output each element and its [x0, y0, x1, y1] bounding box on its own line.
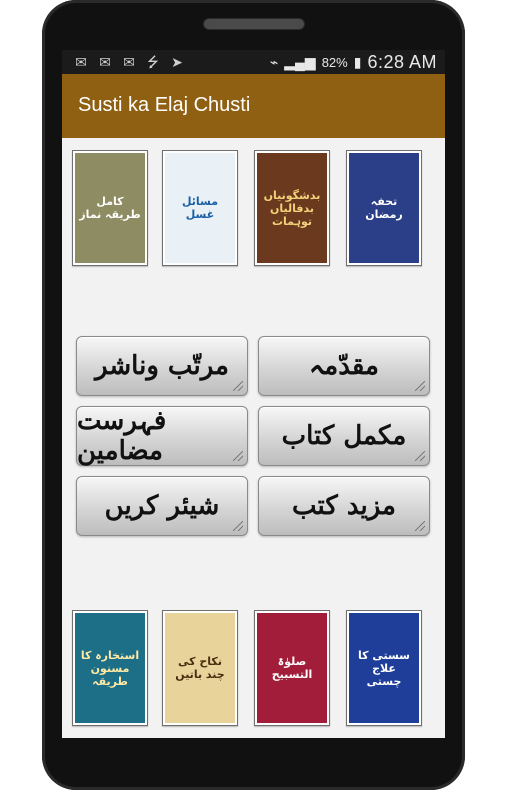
book-title: سستی کا علاج چستی: [349, 613, 419, 723]
app-bar: Susti ka Elaj Chusti: [62, 74, 445, 138]
resize-grip-icon: [415, 451, 425, 461]
status-icons-left: ✉ ✉ ✉ ⭍ ➤: [72, 54, 186, 70]
book-title: کامل طریقہ نماز: [75, 153, 145, 263]
resize-grip-icon: [233, 381, 243, 391]
book-title: استخارہ کا مسنون طریقہ: [75, 613, 145, 723]
mail-icon: ✉: [99, 54, 111, 70]
mazeed-kutub-button[interactable]: مزید کتب: [258, 476, 430, 536]
book-title: مسائل غسل: [165, 153, 235, 263]
resize-grip-icon: [415, 381, 425, 391]
button-label: مرتّب وناشر: [95, 351, 229, 381]
resize-grip-icon: [233, 521, 243, 531]
muqaddama-button[interactable]: مقدّمہ: [258, 336, 430, 396]
mail-icon: ✉: [123, 54, 135, 70]
book-cover-kamil-tareeqa-namaz[interactable]: کامل طریقہ نماز: [72, 150, 148, 266]
book-cover-salatul-tasbeeh[interactable]: صلوٰۃ التسبیح: [254, 610, 330, 726]
signal-icon: ▂▄▆: [284, 54, 316, 70]
books-bottom-row: سستی کا علاج چستی صلوٰۃ التسبیح نکاح کی …: [62, 608, 445, 728]
mail-icon: ✉: [75, 54, 87, 70]
book-cover-tohfa-ramzan[interactable]: تحفہ رمضان: [346, 150, 422, 266]
phone-speaker: [203, 18, 305, 30]
button-label: فہرست مضامین: [77, 406, 167, 466]
book-title: تحفہ رمضان: [349, 153, 419, 263]
app-title: Susti ka Elaj Chusti: [78, 94, 251, 116]
resize-grip-icon: [233, 451, 243, 461]
book-title: بدشگونیاں بدفالیاں توہمات: [257, 153, 327, 263]
screen: ✉ ✉ ✉ ⭍ ➤ ⌁ ▂▄▆ 82% ▮ 6:28 AM Susti ka E…: [62, 50, 445, 738]
resize-grip-icon: [415, 521, 425, 531]
battery-percent: 82%: [321, 55, 348, 70]
book-cover-masail-ghusl[interactable]: مسائل غسل: [162, 150, 238, 266]
button-label: مکمل کتاب: [281, 421, 407, 451]
fehrist-mazameen-button[interactable]: فہرست مضامین: [76, 406, 248, 466]
share-button[interactable]: شیئر کریں: [76, 476, 248, 536]
book-title: نکاح کی چند باتیں: [165, 613, 235, 723]
mukammal-kitab-button[interactable]: مکمل کتاب: [258, 406, 430, 466]
button-label: مقدّمہ: [309, 351, 379, 381]
book-title: صلوٰۃ التسبیح: [257, 613, 327, 723]
button-label: مزید کتب: [292, 491, 396, 521]
battery-icon: ▮: [353, 54, 362, 70]
book-cover-istikhara[interactable]: استخارہ کا مسنون طریقہ: [72, 610, 148, 726]
usb-icon: ⭍: [147, 54, 159, 70]
status-bar: ✉ ✉ ✉ ⭍ ➤ ⌁ ▂▄▆ 82% ▮ 6:28 AM: [62, 50, 445, 74]
books-top-row: تحفہ رمضان بدشگونیاں بدفالیاں توہمات مسا…: [62, 146, 445, 266]
button-label: شیئر کریں: [104, 491, 220, 521]
book-cover-nikah-ki-chand-batein[interactable]: نکاح کی چند باتیں: [162, 610, 238, 726]
book-cover-badshagooniyan[interactable]: بدشگونیاں بدفالیاں توہمات: [254, 150, 330, 266]
murattib-o-nashir-button[interactable]: مرتّب وناشر: [76, 336, 248, 396]
status-right: ⌁ ▂▄▆ 82% ▮ 6:28 AM: [270, 52, 437, 73]
wifi-icon: ⌁: [269, 54, 279, 70]
clock: 6:28 AM: [367, 52, 437, 72]
book-cover-susti-ka-elaj[interactable]: سستی کا علاج چستی: [346, 610, 422, 726]
send-icon: ➤: [171, 54, 183, 70]
